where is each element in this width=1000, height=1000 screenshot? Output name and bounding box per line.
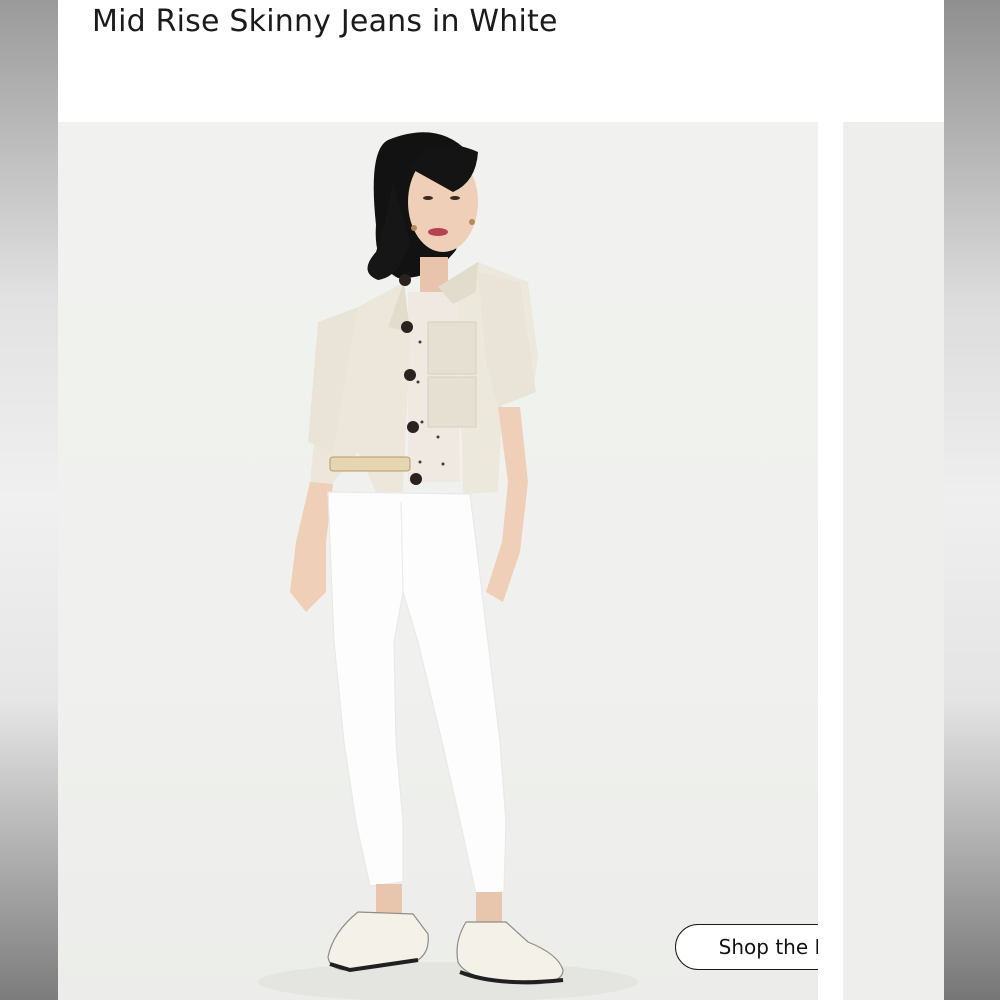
screen-frame: Mid Rise Skinny Jeans in White Shop the: [0, 0, 1000, 1000]
next-image-peek[interactable]: [843, 122, 944, 1000]
shop-the-look-button[interactable]: Shop the Look: [675, 924, 818, 970]
model-figure-image: [258, 132, 638, 1000]
left-blur-margin: [0, 0, 58, 1000]
right-blur-margin: [944, 0, 1000, 1000]
product-title: Mid Rise Skinny Jeans in White: [92, 4, 558, 39]
product-main-image[interactable]: Shop the Look: [58, 122, 818, 1000]
product-card: Mid Rise Skinny Jeans in White Shop the: [58, 0, 944, 1000]
